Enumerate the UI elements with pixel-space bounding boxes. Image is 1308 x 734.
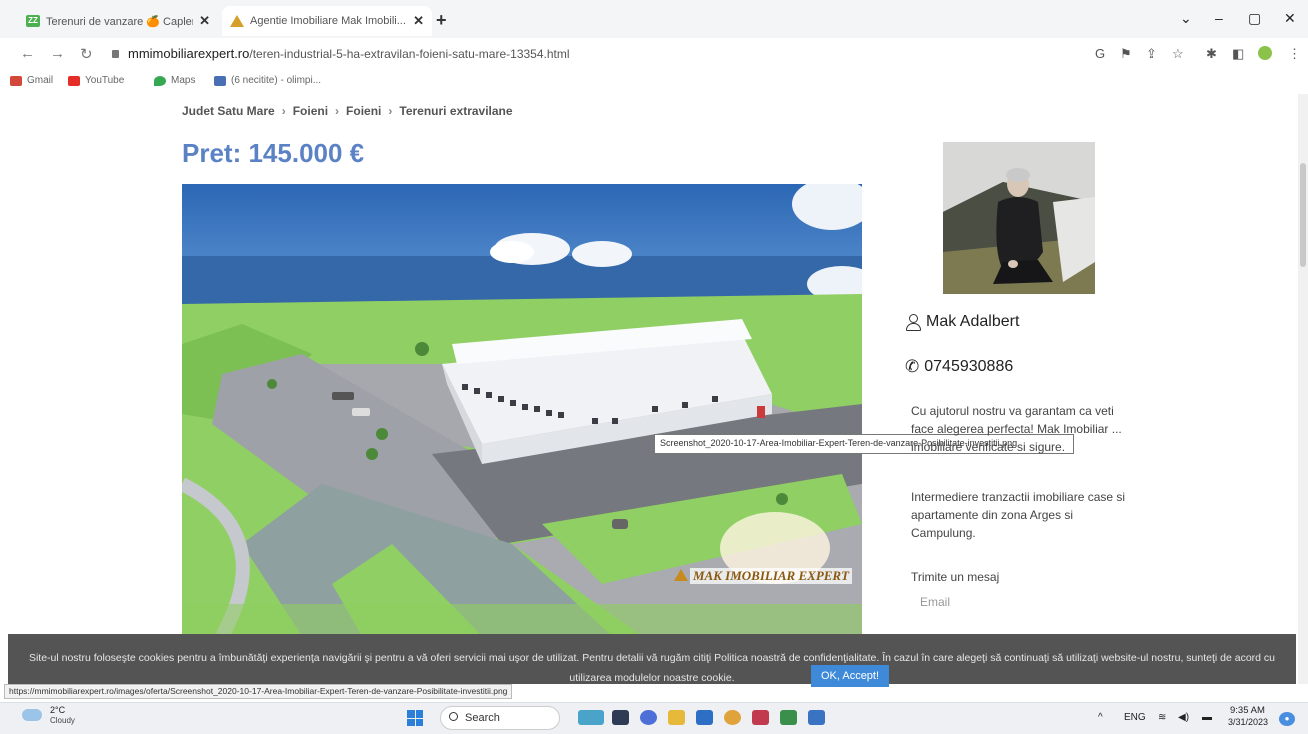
- cookie-accept-button[interactable]: OK, Accept!: [811, 665, 889, 687]
- close-window-icon[interactable]: ✕: [1284, 10, 1296, 27]
- language-indicator[interactable]: ENG: [1124, 712, 1146, 723]
- share-icon[interactable]: ⇪: [1146, 46, 1157, 62]
- back-icon[interactable]: ←: [20, 45, 35, 62]
- mak-logo-icon: [674, 569, 688, 581]
- store-icon[interactable]: [696, 710, 713, 725]
- bookmark-gmail[interactable]: Gmail: [10, 75, 53, 86]
- mail-icon: [214, 75, 226, 86]
- notification-icon[interactable]: ●: [1279, 712, 1295, 726]
- app-icon-blue[interactable]: [808, 710, 825, 725]
- puzzle-icon[interactable]: ✱: [1206, 46, 1217, 62]
- tab-label: Terenuri de vanzare 🍊 Capleni (: [46, 15, 194, 28]
- bookmark-mail[interactable]: (6 necitite) - olimpi...: [214, 75, 321, 86]
- bookmark-label: Maps: [171, 75, 196, 86]
- price-heading: Pret: 145.000 €: [182, 138, 365, 168]
- maps-icon: [154, 75, 166, 86]
- status-bar-url: https://mmimobiliarexpert.ro/images/ofer…: [4, 684, 513, 699]
- reload-icon[interactable]: ↻: [80, 45, 93, 63]
- app-icon-green[interactable]: [780, 710, 797, 725]
- tab-agentie[interactable]: Agentie Imobiliare Mak Imobili... ✕: [222, 6, 432, 36]
- agent-phone-text: 0745930886: [924, 358, 1014, 375]
- agent-photo: [943, 142, 1095, 294]
- person-icon: [905, 313, 921, 331]
- taskbar-search[interactable]: Search: [440, 706, 560, 730]
- chrome-icon[interactable]: [724, 710, 741, 725]
- chevron-right-icon: ›: [335, 104, 340, 118]
- agent-services: Intermediere tranzactii imobiliare case …: [911, 490, 1126, 540]
- search-icon: [449, 712, 458, 721]
- lock-icon: [112, 50, 119, 58]
- new-tab-icon[interactable]: +: [436, 10, 447, 31]
- chevron-up-icon[interactable]: ^: [1098, 712, 1103, 723]
- breadcrumb-judet[interactable]: Judet Satu Mare: [182, 104, 275, 118]
- app-icon-red[interactable]: [752, 710, 769, 725]
- bookmark-label: (6 necitite) - olimpi...: [231, 75, 322, 86]
- watermark-text: MAK IMOBILIAR EXPERT: [690, 568, 853, 584]
- tab-search-icon[interactable]: ⌄: [1180, 10, 1192, 27]
- zz-icon: ZZ: [26, 15, 40, 27]
- breadcrumb-foieni-1[interactable]: Foieni: [293, 104, 328, 118]
- tab-bar: ZZ Terenuri de vanzare 🍊 Capleni ( ✕ Age…: [0, 0, 1308, 38]
- minimize-icon[interactable]: –: [1215, 10, 1223, 26]
- weather-condition: Cloudy: [50, 716, 75, 725]
- tab-label: Agentie Imobiliare Mak Imobili...: [250, 15, 406, 27]
- bookmark-maps[interactable]: Maps: [154, 75, 195, 86]
- chat-icon[interactable]: [640, 710, 657, 725]
- google-icon[interactable]: G: [1095, 46, 1105, 61]
- tab-terenuri[interactable]: ZZ Terenuri de vanzare 🍊 Capleni ( ✕: [18, 6, 218, 36]
- bookmark-star-icon[interactable]: ☆: [1172, 46, 1184, 62]
- profile-avatar[interactable]: [1258, 46, 1272, 60]
- forward-icon[interactable]: →: [50, 45, 65, 62]
- url-path: /teren-industrial-5-ha-extravilan-foieni…: [249, 47, 570, 61]
- cookie-banner: Site-ul nostru foloseşte cookies pentru …: [8, 634, 1296, 684]
- wifi-icon[interactable]: ≋: [1158, 712, 1166, 723]
- taskbar-search-label: Search: [465, 712, 500, 724]
- agent-photo-image: [943, 142, 1095, 294]
- menu-icon[interactable]: ⋮: [1288, 46, 1301, 62]
- widgets-icon[interactable]: [578, 710, 604, 725]
- clock-time[interactable]: 9:35 AM: [1230, 705, 1265, 716]
- maximize-icon[interactable]: ▢: [1248, 10, 1261, 27]
- address-bar[interactable]: mmimobiliarexpert.ro/teren-industrial-5-…: [128, 46, 570, 61]
- chevron-right-icon: ›: [388, 104, 393, 118]
- bookmark-youtube[interactable]: YouTube: [68, 75, 124, 86]
- agent-name-text: Mak Adalbert: [926, 313, 1020, 330]
- breadcrumb: Judet Satu Mare › Foieni › Foieni › Terenuri e…: [182, 104, 513, 118]
- scrollbar-thumb[interactable]: [1300, 163, 1306, 267]
- clock-date[interactable]: 3/31/2023: [1228, 717, 1268, 727]
- url-host: mmimobiliarexpert.ro: [128, 46, 250, 61]
- weather-temp: 2°C: [50, 705, 66, 715]
- agent-description: Cu ajutorul nostru va garantam ca veti f…: [911, 404, 1122, 454]
- extension-icon[interactable]: ⚑: [1120, 46, 1132, 62]
- gmail-icon: [10, 75, 22, 86]
- file-explorer-icon[interactable]: [668, 710, 685, 725]
- close-tab-icon[interactable]: ✕: [413, 13, 424, 29]
- youtube-icon: [68, 75, 80, 86]
- cookie-text: Site-ul nostru foloseşte cookies pentru …: [28, 652, 1276, 684]
- bookmark-label: YouTube: [85, 75, 125, 86]
- phone-icon: ✆: [905, 357, 920, 376]
- mak-icon: [230, 15, 244, 27]
- battery-icon[interactable]: ▬: [1202, 712, 1212, 723]
- bookmark-label: Gmail: [27, 75, 54, 86]
- message-label: Trimite un mesaj: [911, 570, 1000, 584]
- chevron-right-icon: ›: [281, 104, 286, 118]
- close-tab-icon[interactable]: ✕: [199, 13, 210, 29]
- email-input[interactable]: [911, 590, 1101, 614]
- cloud-icon[interactable]: [22, 709, 42, 721]
- breadcrumb-terenuri[interactable]: Terenuri extravilane: [399, 104, 512, 118]
- browser-toolbar: ← → ↻ mmimobiliarexpert.ro/teren-industr…: [0, 38, 1308, 70]
- windows-start-icon[interactable]: [407, 710, 423, 726]
- agent-phone[interactable]: ✆ 0745930886: [905, 357, 1013, 377]
- task-view-icon[interactable]: [612, 710, 629, 725]
- bookmarks-bar: Gmail YouTube Maps (6 necitite) - olimpi…: [0, 70, 1308, 94]
- agent-name: Mak Adalbert: [905, 313, 1019, 331]
- sidepanel-icon[interactable]: ◧: [1232, 46, 1244, 62]
- breadcrumb-foieni-2[interactable]: Foieni: [346, 104, 381, 118]
- volume-icon[interactable]: ◀): [1178, 712, 1189, 723]
